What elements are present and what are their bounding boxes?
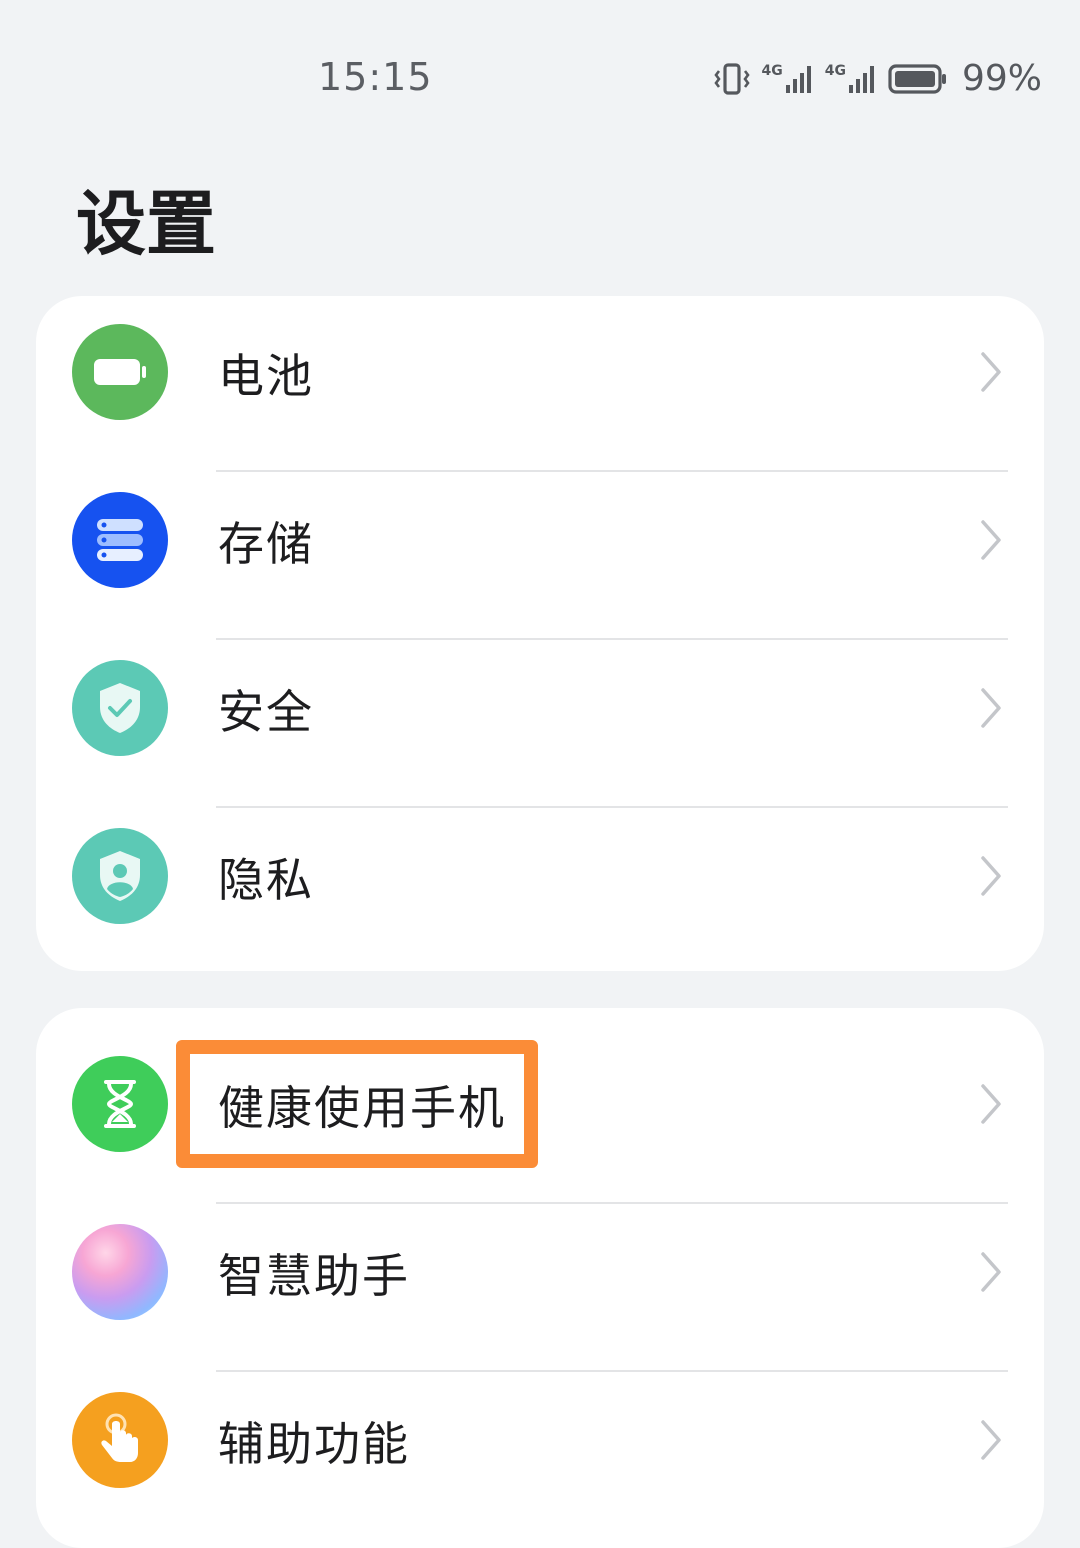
privacy-shield-icon bbox=[72, 828, 168, 924]
settings-group-2: 健康使用手机 智慧助手 辅助功能 bbox=[36, 1008, 1044, 1548]
settings-item-storage[interactable]: 存储 bbox=[36, 464, 1044, 640]
signal-4g-icon: 4G bbox=[825, 63, 878, 95]
chevron-right-icon bbox=[981, 520, 1001, 560]
network-type-1: 4G bbox=[761, 62, 783, 79]
battery-icon bbox=[72, 324, 168, 420]
settings-item-security[interactable]: 安全 bbox=[36, 632, 1044, 808]
settings-item-smart-assistant[interactable]: 智慧助手 bbox=[36, 1196, 1044, 1372]
status-bar: 15:15 4G 4G 99% bbox=[0, 0, 1080, 160]
settings-item-label: 智慧助手 bbox=[218, 1249, 410, 1303]
hourglass-icon bbox=[72, 1056, 168, 1152]
settings-item-label: 存储 bbox=[218, 517, 314, 571]
settings-item-digital-balance[interactable]: 健康使用手机 bbox=[36, 1028, 1044, 1204]
chevron-right-icon bbox=[981, 1252, 1001, 1292]
settings-group-1: 电池 存储 安全 隐私 bbox=[36, 296, 1044, 971]
storage-icon bbox=[72, 492, 168, 588]
settings-item-label: 健康使用手机 bbox=[218, 1081, 506, 1135]
chevron-right-icon bbox=[981, 1420, 1001, 1460]
signal-4g-icon: 4G bbox=[762, 63, 815, 95]
chevron-right-icon bbox=[981, 856, 1001, 896]
shield-check-icon bbox=[72, 660, 168, 756]
battery-icon bbox=[888, 63, 946, 94]
hand-pointer-icon bbox=[72, 1392, 168, 1488]
battery-percent: 99% bbox=[961, 58, 1042, 99]
settings-item-privacy[interactable]: 隐私 bbox=[36, 800, 1044, 968]
settings-item-battery[interactable]: 电池 bbox=[36, 296, 1044, 472]
settings-item-label: 电池 bbox=[218, 349, 314, 403]
status-time: 15:15 bbox=[318, 55, 433, 99]
settings-item-accessibility[interactable]: 辅助功能 bbox=[36, 1364, 1044, 1532]
chevron-right-icon bbox=[981, 352, 1001, 392]
vibrate-icon bbox=[713, 62, 750, 95]
chevron-right-icon bbox=[981, 688, 1001, 728]
settings-item-label: 辅助功能 bbox=[218, 1417, 410, 1471]
page-title: 设置 bbox=[76, 183, 216, 265]
network-type-2: 4G bbox=[824, 62, 846, 79]
status-icons: 4G 4G 99% bbox=[712, 58, 1042, 99]
chevron-right-icon bbox=[981, 1084, 1001, 1124]
settings-item-label: 隐私 bbox=[218, 853, 314, 907]
assistant-orb-icon bbox=[72, 1224, 168, 1320]
settings-item-label: 安全 bbox=[218, 685, 314, 739]
